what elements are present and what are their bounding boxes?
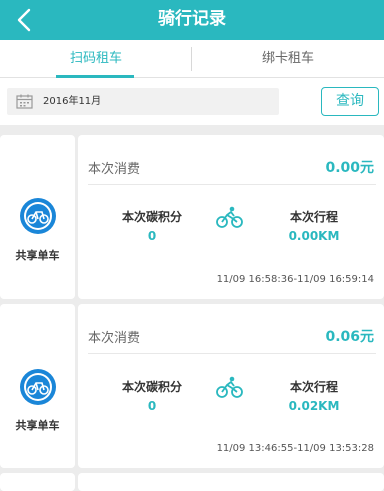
shared-bike-icon (20, 369, 56, 405)
page-title: 骑行记录 (158, 9, 226, 29)
record-brand-panel (0, 473, 75, 491)
app-header: 骑行记录 (0, 0, 384, 40)
carbon-label: 本次碳积分 (121, 380, 182, 394)
ride-record-card[interactable] (78, 473, 384, 491)
ride-record-card[interactable]: 本次消费 0.06元 本次碳积分 0 本次行程 0.02KM 11/09 13:… (78, 304, 384, 468)
carbon-value: 0 (147, 229, 157, 243)
record-brand-panel: 共享单车 (0, 135, 75, 299)
calendar-icon (16, 94, 33, 109)
distance-label: 本次行程 (289, 380, 338, 394)
ride-record-card[interactable]: 本次消费 0.00元 本次碳积分 0 本次行程 0.00KM 11/09 16:… (78, 135, 384, 299)
cost-label: 本次消费 (88, 162, 141, 177)
carbon-value: 0 (147, 399, 157, 413)
cost-value: 0.06元 (325, 329, 374, 345)
distance-value: 0.00KM (288, 229, 340, 243)
cost-value: 0.00元 (325, 160, 374, 176)
tab-scan-rental[interactable]: 扫码租车 (0, 40, 192, 78)
month-value: 2016年11月 (43, 96, 102, 107)
distance-label: 本次行程 (289, 210, 338, 224)
query-button[interactable]: 查询 (321, 87, 379, 116)
cost-label: 本次消费 (88, 331, 141, 346)
record-brand-panel: 共享单车 (0, 304, 75, 468)
filter-bar: 2016年11月 查询 (0, 78, 384, 125)
brand-label: 共享单车 (15, 419, 60, 432)
time-range: 11/09 13:46:55-11/09 13:53:28 (216, 443, 374, 454)
month-picker[interactable]: 2016年11月 (7, 88, 279, 115)
shared-bike-icon (20, 198, 56, 234)
carbon-label: 本次碳积分 (121, 210, 182, 224)
cycling-icon (216, 376, 243, 398)
tab-card-rental[interactable]: 绑卡租车 (192, 40, 384, 78)
tab-bar: 扫码租车 绑卡租车 (0, 40, 384, 78)
brand-label: 共享单车 (15, 249, 60, 262)
card-divider (88, 353, 376, 354)
cycling-icon (216, 206, 243, 228)
card-divider (88, 184, 376, 185)
time-range: 11/09 16:58:36-11/09 16:59:14 (216, 274, 374, 285)
distance-value: 0.02KM (288, 399, 340, 413)
